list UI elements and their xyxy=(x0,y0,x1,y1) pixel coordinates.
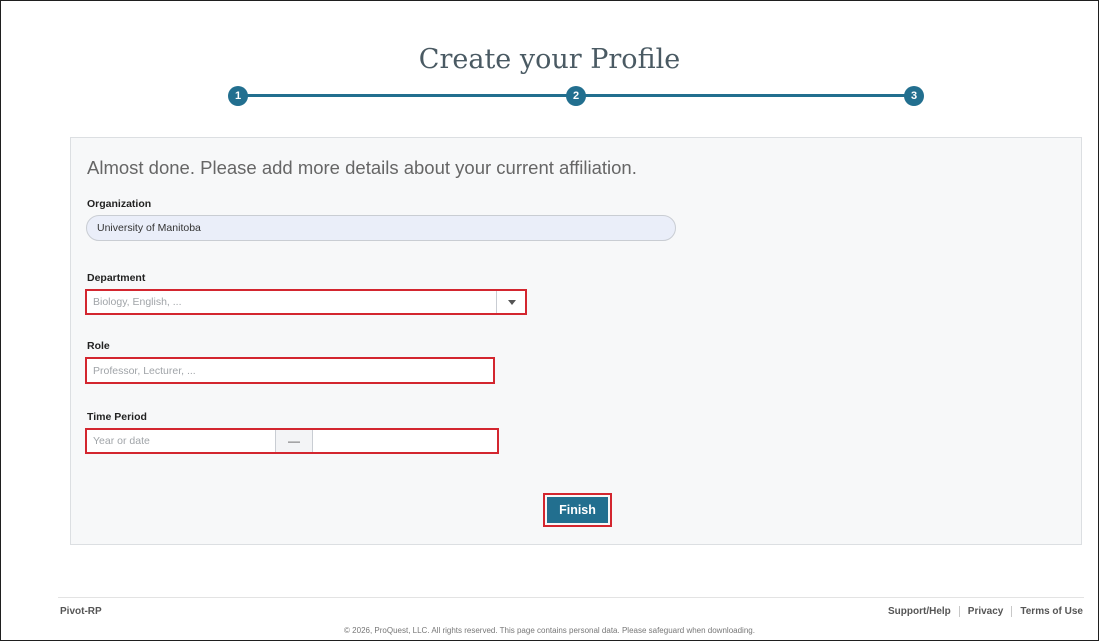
department-select[interactable]: Biology, English, ... xyxy=(85,289,527,315)
footer-link-separator xyxy=(1011,606,1013,617)
finish-button-highlight: Finish xyxy=(543,493,612,527)
affiliation-form-card: Almost done. Please add more details abo… xyxy=(70,137,1082,545)
form-heading: Almost done. Please add more details abo… xyxy=(87,157,637,178)
terms-of-use-link[interactable]: Terms of Use xyxy=(1020,606,1083,617)
organization-value: University of Manitoba xyxy=(97,222,201,234)
step-3-indicator: 3 xyxy=(904,86,924,106)
footer-brand: Pivot-RP xyxy=(60,606,102,617)
organization-label: Organization xyxy=(87,198,152,210)
progress-stepper: 1 2 3 xyxy=(228,86,924,106)
range-separator: — xyxy=(275,430,313,452)
step-1-indicator: 1 xyxy=(228,86,248,106)
footer-links: Support/Help Privacy Terms of Use xyxy=(888,606,1083,617)
footer-link-separator xyxy=(958,606,960,617)
time-period-range[interactable]: Year or date — xyxy=(85,428,499,454)
privacy-link[interactable]: Privacy xyxy=(968,606,1004,617)
role-input[interactable]: Professor, Lecturer, ... xyxy=(85,357,495,384)
chevron-down-icon[interactable] xyxy=(508,300,516,305)
start-date-placeholder[interactable]: Year or date xyxy=(93,435,150,447)
footer-divider xyxy=(58,597,1084,598)
end-date-input[interactable] xyxy=(313,430,497,452)
footer-copyright: © 2026, ProQuest, LLC. All rights reserv… xyxy=(344,626,755,635)
role-label: Role xyxy=(87,340,110,352)
role-placeholder: Professor, Lecturer, ... xyxy=(93,365,196,377)
select-divider xyxy=(496,291,497,313)
support-help-link[interactable]: Support/Help xyxy=(888,606,951,617)
organization-field[interactable]: University of Manitoba xyxy=(86,215,676,241)
department-label: Department xyxy=(87,272,146,284)
time-period-label: Time Period xyxy=(87,411,147,423)
page-title: Create your Profile xyxy=(418,44,681,76)
department-placeholder: Biology, English, ... xyxy=(93,296,182,308)
step-2-indicator: 2 xyxy=(566,86,586,106)
finish-button[interactable]: Finish xyxy=(547,497,608,523)
